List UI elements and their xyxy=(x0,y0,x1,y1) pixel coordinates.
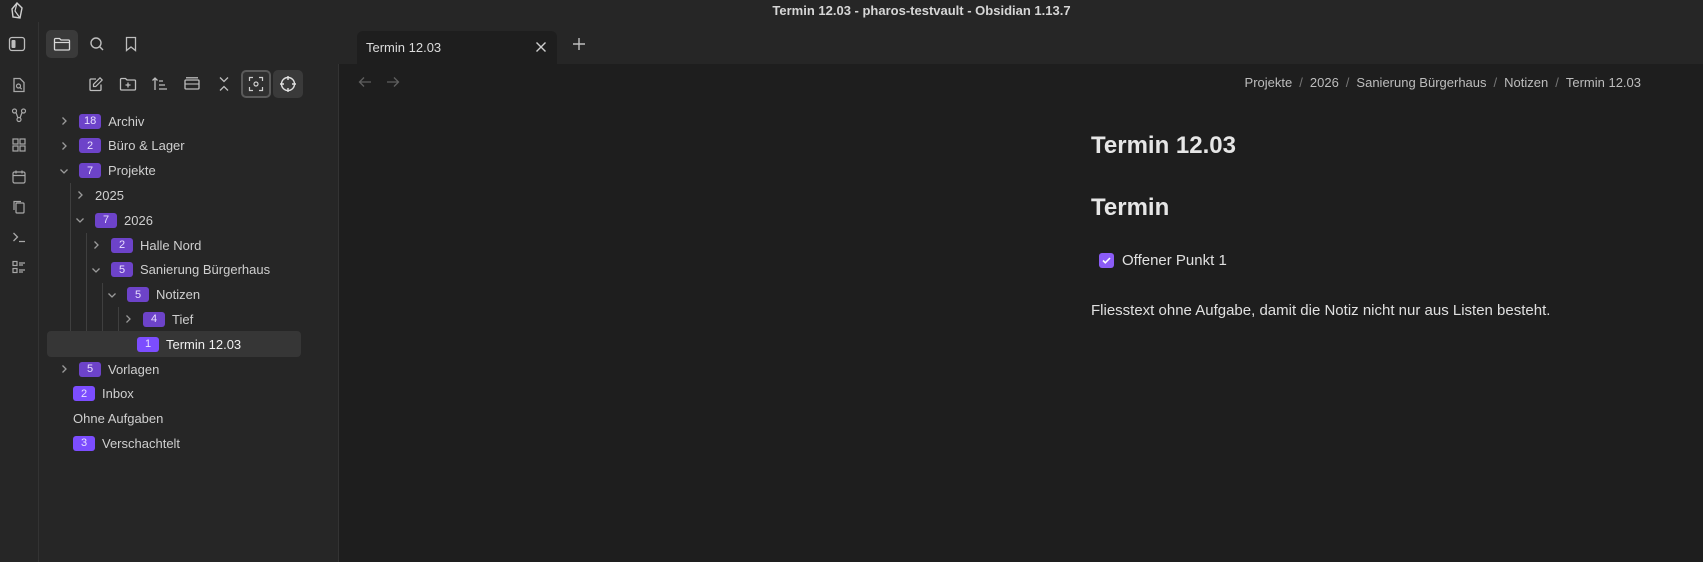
tree-item-label: Inbox xyxy=(102,386,134,402)
chevron-down-icon[interactable] xyxy=(89,263,103,277)
files-tab-icon[interactable] xyxy=(46,30,78,58)
tree-item-label: Vorlagen xyxy=(108,361,160,377)
new-folder-icon[interactable] xyxy=(113,70,143,98)
task-count-badge: 18 xyxy=(79,113,102,129)
task-label: Offener Punkt 1 xyxy=(1122,252,1227,269)
terminal-icon[interactable] xyxy=(8,226,30,248)
tree-item-label: Termin 12.03 xyxy=(166,336,242,352)
breadcrumb: Projekte / 2026 / Sanierung Bürgerhaus / Notiz… xyxy=(1245,75,1641,90)
tree-folder[interactable]: 5 Notizen xyxy=(51,282,329,308)
tree-folder[interactable]: 2025 xyxy=(51,182,329,208)
task-count-badge: 2 xyxy=(73,386,95,402)
window-title: Termin 12.03 - pharos-testvault - Obsidi… xyxy=(772,3,1071,18)
search-tab-icon[interactable] xyxy=(81,30,113,58)
sort-icon[interactable] xyxy=(145,70,175,98)
task-count-badge: 7 xyxy=(95,212,117,228)
file-search-icon[interactable] xyxy=(8,74,30,96)
breadcrumb-item[interactable]: Notizen xyxy=(1504,75,1548,90)
sidebar-header xyxy=(8,22,339,64)
chevron-right-icon[interactable] xyxy=(57,114,71,128)
tree-item-label: Sanierung Bürgerhaus xyxy=(140,262,271,278)
breadcrumb-item[interactable]: Termin 12.03 xyxy=(1566,75,1641,90)
chevron-right-icon[interactable] xyxy=(121,312,135,326)
calendar-icon[interactable] xyxy=(8,166,30,188)
breadcrumb-separator: / xyxy=(1555,75,1559,90)
file-explorer-actions xyxy=(81,70,303,100)
task-item: Offener Punkt 1 xyxy=(1099,252,1227,269)
title-bar: Termin 12.03 - pharos-testvault - Obsidi… xyxy=(0,0,1703,22)
tree-item-label: 2025 xyxy=(95,187,124,203)
collapse-all-icon[interactable] xyxy=(209,70,239,98)
tree-item[interactable]: 1 Termin 12.03 xyxy=(47,331,301,358)
task-count-badge: 7 xyxy=(79,163,101,179)
tree-item-label: Halle Nord xyxy=(140,237,202,253)
list-icon[interactable] xyxy=(8,256,30,278)
tree-folder[interactable]: 18 Archiv xyxy=(51,108,329,134)
tab-termin[interactable]: Termin 12.03 xyxy=(357,31,557,64)
tree-item[interactable]: 2 Inbox xyxy=(51,381,329,407)
tree-folder[interactable]: 2 Büro & Lager xyxy=(51,133,329,159)
breadcrumb-item[interactable]: 2026 xyxy=(1310,75,1339,90)
task-count-badge: 5 xyxy=(79,361,101,377)
chevron-right-icon[interactable] xyxy=(57,362,71,376)
chevron-right-icon[interactable] xyxy=(89,238,103,252)
tab-title: Termin 12.03 xyxy=(366,40,442,55)
graph-icon[interactable] xyxy=(8,104,30,126)
focus-icon[interactable] xyxy=(241,70,271,98)
tree-item-label: Tief xyxy=(172,311,194,327)
tab-strip: Termin 12.03 xyxy=(339,22,1703,64)
new-note-icon[interactable] xyxy=(81,70,111,98)
task-count-badge: 2 xyxy=(111,237,133,253)
tree-item[interactable]: Ohne Aufgaben xyxy=(51,406,329,432)
tree-item-label: 2026 xyxy=(124,212,153,228)
tree-item-label: Archiv xyxy=(108,113,145,129)
sidebar-toggle-icon[interactable] xyxy=(3,30,31,58)
tree-item-label: Projekte xyxy=(108,163,156,179)
canvas-icon[interactable] xyxy=(8,134,30,156)
task-count-badge: 5 xyxy=(111,262,133,278)
tree-item-label: Ohne Aufgaben xyxy=(73,411,164,427)
tree-folder[interactable]: 4 Tief xyxy=(51,306,329,332)
tree-item[interactable]: 3 Verschachtelt xyxy=(51,430,329,456)
bookmarks-tab-icon[interactable] xyxy=(115,30,147,58)
arrow-left-icon[interactable] xyxy=(357,74,373,90)
tree-folder[interactable]: 7 2026 xyxy=(51,207,329,233)
close-icon[interactable] xyxy=(533,39,549,55)
file-explorer: 18 Archiv 2 Büro & Lager 7 Projekte 2025 7 2026 2… xyxy=(39,64,339,562)
breadcrumb-separator: / xyxy=(1345,75,1350,90)
breadcrumb-item[interactable]: Sanierung Bürgerhaus xyxy=(1356,75,1486,90)
chevron-down-icon[interactable] xyxy=(73,213,87,227)
tree-folder[interactable]: 7 Projekte xyxy=(51,158,329,184)
tree-folder[interactable]: 5 Vorlagen xyxy=(51,356,329,382)
nav-arrows xyxy=(357,74,401,90)
auto-reveal-icon[interactable] xyxy=(177,70,207,98)
breadcrumb-item[interactable]: Projekte xyxy=(1245,75,1293,90)
tree-item-label: Büro & Lager xyxy=(108,138,185,154)
task-count-badge: 1 xyxy=(137,336,159,352)
tree-item-label: Verschachtelt xyxy=(102,435,181,451)
note-heading: Termin xyxy=(1091,194,1170,221)
task-checkbox[interactable] xyxy=(1099,253,1114,268)
chevron-right-icon[interactable] xyxy=(57,139,71,153)
task-count-badge: 2 xyxy=(79,138,101,154)
ribbon xyxy=(0,22,39,562)
arrow-right-icon[interactable] xyxy=(385,74,401,90)
chevron-right-icon[interactable] xyxy=(73,188,87,202)
locate-icon[interactable] xyxy=(273,70,303,98)
task-count-badge: 5 xyxy=(127,287,149,303)
tree-folder[interactable]: 5 Sanierung Bürgerhaus xyxy=(51,257,329,283)
chevron-down-icon[interactable] xyxy=(57,164,71,178)
breadcrumb-separator: / xyxy=(1493,75,1498,90)
copy-icon[interactable] xyxy=(8,196,30,218)
new-tab-icon[interactable] xyxy=(569,34,589,54)
note-paragraph: Fliesstext ohne Aufgabe, damit die Notiz… xyxy=(1091,302,1551,319)
breadcrumb-separator: / xyxy=(1299,75,1303,90)
editor-pane: Projekte / 2026 / Sanierung Bürgerhaus / Notiz… xyxy=(339,64,1703,562)
note-title: Termin 12.03 xyxy=(1091,132,1236,159)
task-count-badge: 4 xyxy=(143,311,165,327)
task-count-badge: 3 xyxy=(73,435,95,451)
chevron-down-icon[interactable] xyxy=(105,288,119,302)
tree-item-label: Notizen xyxy=(156,287,201,303)
tree-folder[interactable]: 2 Halle Nord xyxy=(51,232,329,258)
